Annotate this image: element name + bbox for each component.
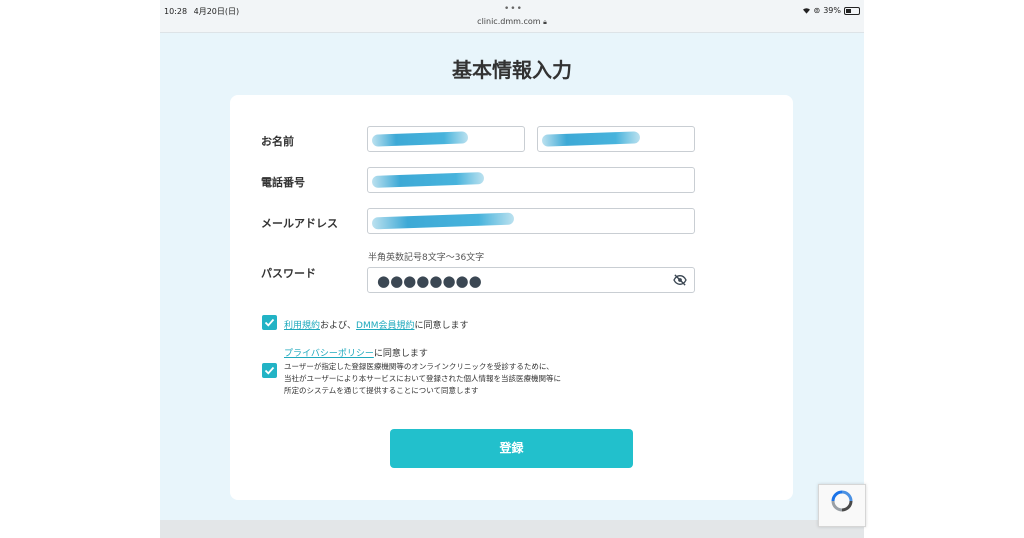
orientation-lock-icon: ⊚ bbox=[813, 6, 821, 15]
redaction-mark bbox=[541, 131, 641, 147]
email-input[interactable] bbox=[367, 208, 695, 234]
wifi-icon bbox=[802, 8, 810, 14]
register-button[interactable]: 登録 bbox=[390, 429, 633, 468]
lock-icon: 🔒︎ bbox=[543, 18, 547, 26]
password-hint: 半角英数記号8文字〜36文字 bbox=[368, 253, 485, 263]
last-name-input[interactable] bbox=[367, 126, 525, 152]
battery-icon bbox=[844, 6, 860, 15]
first-name-input[interactable] bbox=[537, 126, 695, 152]
checkmark-icon bbox=[264, 366, 275, 375]
url-text[interactable]: clinic.dmm.com bbox=[477, 17, 540, 26]
dmm-terms-link[interactable]: DMM会員規約 bbox=[356, 321, 414, 331]
terms-agreement-text: 利用規約および、DMM会員規約に同意します bbox=[284, 321, 469, 331]
terms-checkbox[interactable] bbox=[262, 315, 277, 330]
form-card: お名前 電話番号 メールアドレス 半角英数記号8文字〜36文字 パスワード ●●… bbox=[230, 95, 793, 500]
password-mask: ●●●●●●●● bbox=[377, 272, 482, 290]
redaction-mark bbox=[371, 172, 485, 188]
battery-percent: 39% bbox=[823, 6, 841, 15]
redaction-mark bbox=[371, 131, 469, 147]
privacy-agreement-text: プライバシーポリシーに同意します bbox=[284, 349, 428, 359]
redaction-mark bbox=[371, 212, 515, 230]
consent-text: ユーザーが指定した登録医療機関等のオンラインクリニックを受診するために、 当社が… bbox=[284, 362, 561, 395]
phone-input[interactable] bbox=[367, 167, 695, 193]
phone-label: 電話番号 bbox=[261, 176, 305, 189]
password-label: パスワード bbox=[261, 267, 316, 280]
status-time: 10:28 bbox=[164, 7, 188, 16]
page-title: 基本情報入力 bbox=[452, 58, 572, 82]
recaptcha-badge[interactable] bbox=[818, 484, 866, 527]
checkmark-icon bbox=[264, 318, 275, 327]
status-bar: 10:28 4月20日(日) ••• clinic.dmm.com 🔒︎ ⊚ 3… bbox=[160, 0, 864, 33]
terms-link[interactable]: 利用規約 bbox=[284, 321, 320, 331]
privacy-policy-link[interactable]: プライバシーポリシー bbox=[284, 349, 374, 359]
name-label: お名前 bbox=[261, 135, 294, 148]
password-input[interactable]: ●●●●●●●● bbox=[367, 267, 695, 293]
consent-checkbox[interactable] bbox=[262, 363, 277, 378]
more-dots-icon[interactable]: ••• bbox=[504, 4, 523, 14]
recaptcha-icon bbox=[831, 490, 853, 512]
tablet-screen: 10:28 4月20日(日) ••• clinic.dmm.com 🔒︎ ⊚ 3… bbox=[160, 0, 864, 538]
page-footer bbox=[160, 520, 864, 538]
email-label: メールアドレス bbox=[261, 217, 338, 230]
eye-off-icon[interactable] bbox=[673, 274, 687, 286]
status-date: 4月20日(日) bbox=[193, 7, 240, 16]
